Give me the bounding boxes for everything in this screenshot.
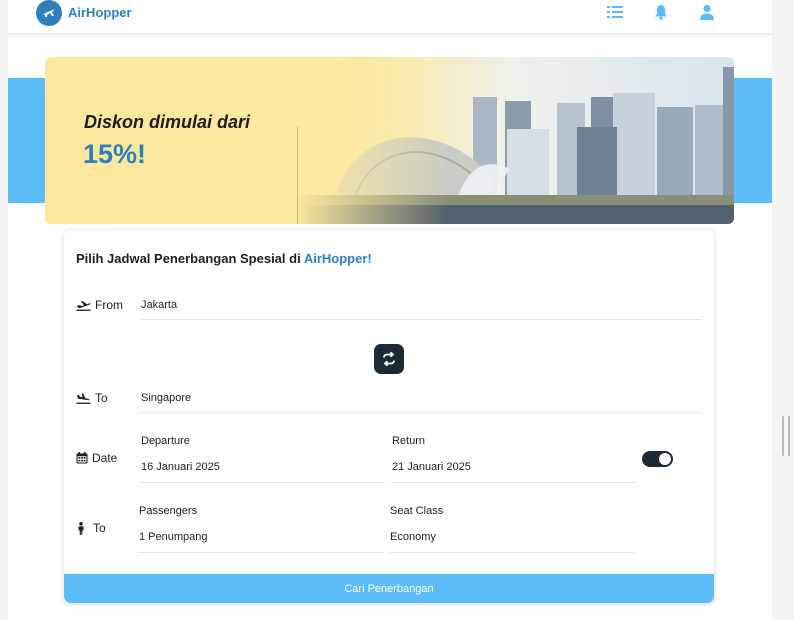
date-label-text: Date <box>92 451 118 465</box>
round-trip-toggle[interactable] <box>642 451 673 467</box>
departure-date-field[interactable]: 16 Januari 2025 <box>140 452 384 483</box>
to-label: To <box>76 391 108 405</box>
promo-discount: 15%! <box>83 139 147 169</box>
app-viewport: AirHopper Diskon dimulai dari 15%! Pilih… <box>8 0 772 620</box>
promo-banner: Diskon dimulai dari 15%! <box>45 57 734 224</box>
from-label-text: From <box>95 298 123 312</box>
scrollbar-grip[interactable] <box>782 416 790 456</box>
swap-icon <box>383 351 395 367</box>
passengers-field[interactable]: 1 Penumpang <box>138 522 384 553</box>
seat-class-caption: Seat Class <box>390 505 444 517</box>
date-label: Date <box>76 451 117 465</box>
from-field[interactable]: Jakarta <box>140 290 702 320</box>
form-title: Pilih Jadwal Penerbangan Spesial di AirH… <box>76 251 372 266</box>
toggle-knob <box>659 453 671 465</box>
passengers-value[interactable]: 1 Penumpang <box>139 531 208 543</box>
plane-departure-icon <box>76 300 91 311</box>
seat-class-value[interactable]: Economy <box>390 531 436 543</box>
from-label: From <box>76 298 123 312</box>
person-icon <box>78 521 84 535</box>
to-label-text: To <box>95 391 108 405</box>
to-field[interactable]: Singapore <box>140 383 702 413</box>
return-date-value[interactable]: 21 Januari 2025 <box>392 461 471 473</box>
list-icon[interactable] <box>605 3 625 21</box>
passengers-caption: Passengers <box>139 505 198 517</box>
bell-icon[interactable] <box>651 3 671 21</box>
to-value[interactable]: Singapore <box>141 392 191 404</box>
user-icon[interactable] <box>697 3 717 21</box>
brand-name[interactable]: AirHopper <box>68 5 132 20</box>
airhopper-logo-icon[interactable] <box>36 0 62 26</box>
return-caption: Return <box>392 435 426 447</box>
promo-headline: Diskon dimulai dari <box>84 112 251 132</box>
city-skyline-illustration <box>295 57 734 224</box>
swap-route-button[interactable] <box>374 344 404 374</box>
from-value[interactable]: Jakarta <box>141 299 177 311</box>
return-date-field[interactable]: 21 Januari 2025 <box>391 452 636 483</box>
banner-divider <box>297 127 298 224</box>
passenger-row-label-text: To <box>93 521 106 535</box>
seat-class-field[interactable]: Economy <box>389 522 636 553</box>
passenger-row-label: To <box>76 521 106 535</box>
scrollbar-track[interactable] <box>772 0 794 620</box>
departure-date-value[interactable]: 16 Januari 2025 <box>141 461 220 473</box>
top-navbar: AirHopper <box>8 0 772 33</box>
form-title-brand: AirHopper! <box>303 251 372 266</box>
departure-caption: Departure <box>141 435 190 447</box>
plane-arrival-icon <box>76 392 91 404</box>
form-title-text: Pilih Jadwal Penerbangan Spesial di <box>76 251 304 266</box>
calendar-icon <box>76 452 88 464</box>
search-flights-button[interactable]: Cari Penerbangan <box>64 574 714 603</box>
flight-search-card: Pilih Jadwal Penerbangan Spesial di AirH… <box>64 230 714 603</box>
